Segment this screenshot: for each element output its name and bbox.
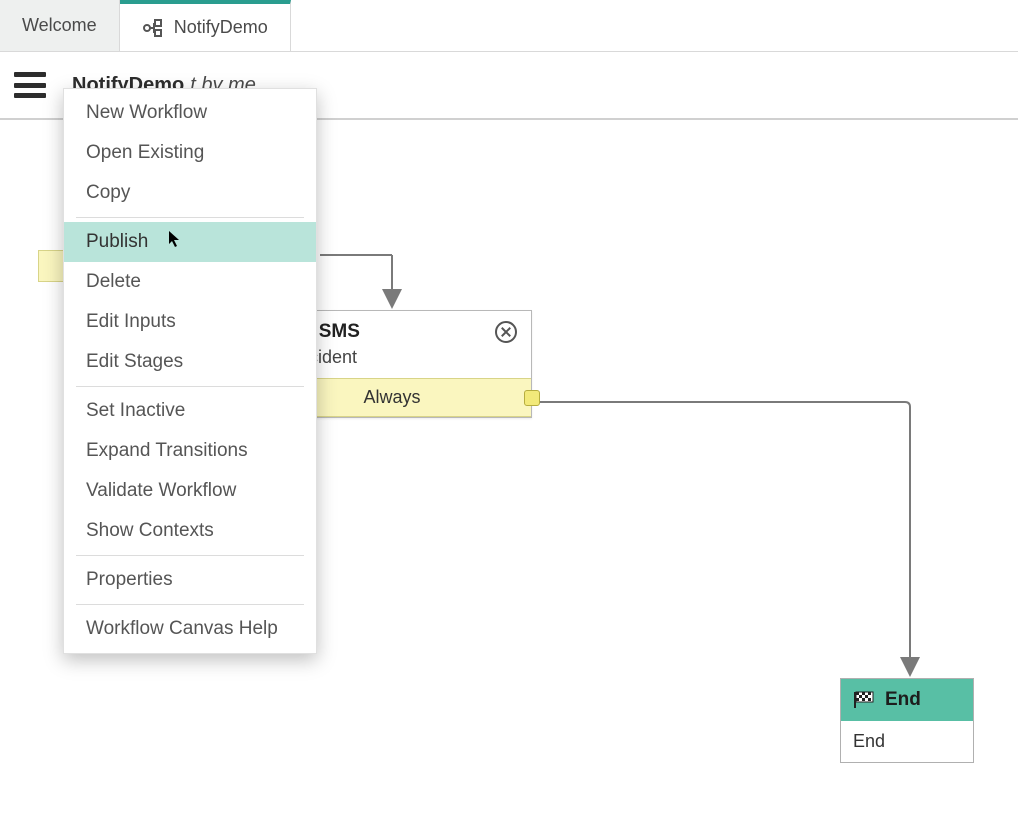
tab-welcome[interactable]: Welcome: [0, 0, 120, 51]
flag-icon: [853, 691, 875, 709]
close-icon[interactable]: [495, 321, 517, 343]
menu-new-workflow[interactable]: New Workflow: [64, 93, 316, 133]
context-menu: New Workflow Open Existing Copy Publish …: [63, 88, 317, 654]
end-title: End: [885, 689, 921, 711]
menu-button[interactable]: [14, 72, 46, 98]
menu-separator: [76, 217, 304, 218]
activity-condition-label: Always: [363, 387, 420, 407]
menu-canvas-help[interactable]: Workflow Canvas Help: [64, 609, 316, 649]
menu-properties[interactable]: Properties: [64, 560, 316, 600]
menu-open-existing[interactable]: Open Existing: [64, 133, 316, 173]
menu-publish-label: Publish: [86, 231, 148, 252]
tab-notifydemo-label: NotifyDemo: [174, 17, 268, 38]
menu-copy[interactable]: Copy: [64, 173, 316, 213]
menu-separator: [76, 386, 304, 387]
menu-set-inactive[interactable]: Set Inactive: [64, 391, 316, 431]
tab-welcome-label: Welcome: [22, 15, 97, 36]
tab-strip: Welcome NotifyDemo: [0, 0, 1018, 52]
menu-publish[interactable]: Publish: [64, 222, 316, 262]
cursor-icon: [168, 230, 182, 248]
end-node[interactable]: End End: [840, 678, 974, 763]
menu-edit-stages[interactable]: Edit Stages: [64, 342, 316, 382]
condition-drag-handle[interactable]: [524, 390, 540, 406]
menu-separator: [76, 555, 304, 556]
menu-validate-workflow[interactable]: Validate Workflow: [64, 471, 316, 511]
menu-show-contexts[interactable]: Show Contexts: [64, 511, 316, 551]
menu-edit-inputs[interactable]: Edit Inputs: [64, 302, 316, 342]
menu-delete[interactable]: Delete: [64, 262, 316, 302]
menu-expand-transitions[interactable]: Expand Transitions: [64, 431, 316, 471]
tab-notifydemo[interactable]: NotifyDemo: [120, 0, 291, 51]
end-body: End: [841, 721, 973, 762]
menu-separator: [76, 604, 304, 605]
workflow-icon: [142, 17, 164, 39]
